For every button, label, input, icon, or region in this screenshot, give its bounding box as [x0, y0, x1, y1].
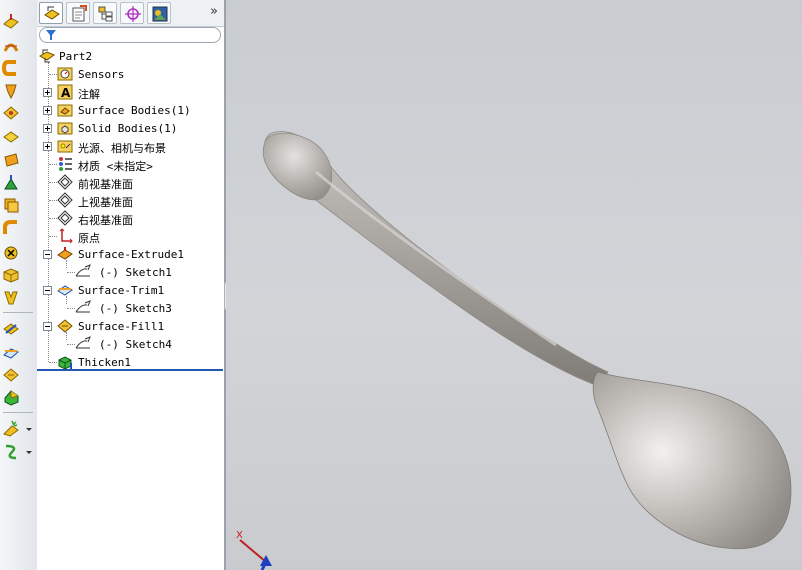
planar-surface-icon[interactable]: [2, 128, 20, 146]
expand-toggle[interactable]: [43, 142, 52, 151]
tree-item-solid-bodies[interactable]: Solid Bodies(1): [37, 120, 223, 137]
tree-item-sensors[interactable]: Sensors: [37, 66, 223, 83]
surface-bodies-folder-icon: [57, 102, 73, 118]
rollback-bar[interactable]: [37, 369, 223, 371]
tree-item-surface-fill1[interactable]: Surface-Fill1: [37, 318, 223, 335]
triad-x-label: X: [236, 530, 243, 541]
extend-surface-icon[interactable]: [2, 219, 20, 237]
tree-item-label: Surface-Fill1: [78, 320, 165, 333]
tree-item-lights-cameras[interactable]: 光源、相机与布景: [37, 138, 223, 155]
tree-item-label: 上视基准面: [78, 196, 133, 209]
configuration-manager-tab[interactable]: [93, 2, 117, 24]
fillet-surface-icon[interactable]: [2, 196, 20, 214]
tree-item-label: (-) Sketch3: [99, 302, 172, 315]
delete-face-icon[interactable]: [2, 244, 20, 262]
boundary-surface-icon[interactable]: [2, 104, 20, 122]
svg-text:A: A: [61, 86, 71, 100]
solid-bodies-folder-icon: [57, 120, 73, 136]
tree-item-label: Surface-Trim1: [78, 284, 165, 297]
swept-surface-icon[interactable]: [1, 59, 20, 77]
display-manager-tab[interactable]: [147, 2, 171, 24]
graphics-viewport[interactable]: X: [226, 0, 802, 570]
plane-icon: [57, 192, 73, 208]
plane-icon: [57, 210, 73, 226]
sensors-icon: [57, 66, 73, 82]
surface-trim-icon: [57, 282, 73, 298]
filter-icon: [46, 30, 56, 40]
convert-solid-icon[interactable]: [2, 388, 20, 406]
tree-filter-input[interactable]: [39, 27, 221, 43]
tree-item-sketch4[interactable]: (-) Sketch4: [37, 336, 223, 353]
tree-item-label: Solid Bodies(1): [78, 122, 178, 135]
offset-surface-icon[interactable]: [2, 151, 20, 169]
collapse-toggle[interactable]: [43, 286, 52, 295]
tree-item-label: 注解: [78, 88, 100, 101]
expand-toggle[interactable]: [43, 124, 52, 133]
collapse-toggle[interactable]: [43, 322, 52, 331]
annotations-icon: A: [57, 84, 73, 100]
origin-icon: [57, 228, 73, 244]
sketch-icon: [75, 264, 91, 280]
expand-toggle[interactable]: [43, 106, 52, 115]
ruled-surface-icon[interactable]: [2, 174, 20, 192]
tree-item-surface-trim1[interactable]: Surface-Trim1: [37, 282, 223, 299]
extruded-surface-icon[interactable]: [2, 12, 20, 30]
tree-root-label: Part2: [59, 50, 93, 63]
tree-item-label: Sensors: [78, 68, 125, 81]
lofted-surface-icon[interactable]: [2, 82, 20, 100]
plane-icon: [57, 174, 73, 190]
tree-root[interactable]: Part2: [37, 48, 223, 65]
tree-item-front-plane[interactable]: 前视基准面: [37, 174, 223, 191]
tabs-overflow-button[interactable]: »: [210, 4, 218, 19]
untrim-surface-icon[interactable]: [2, 343, 20, 361]
property-manager-tab[interactable]: [66, 2, 90, 24]
sketch-icon: [75, 300, 91, 316]
manager-tabs: »: [37, 0, 224, 27]
surface-extrude-icon: [57, 246, 73, 262]
tree-item-surface-bodies[interactable]: Surface Bodies(1): [37, 102, 223, 119]
tree-item-label: 原点: [78, 232, 100, 245]
tree-item-label: (-) Sketch4: [99, 338, 172, 351]
part-icon: [38, 48, 56, 64]
replace-face-icon[interactable]: [2, 320, 20, 338]
revolved-surface-icon[interactable]: [2, 37, 20, 55]
tree-item-label: Surface-Extrude1: [78, 248, 184, 261]
feature-manager-panel: » Part2 Sensors A 注解 Surface Bodies(1) S…: [37, 0, 226, 570]
tree-item-surface-extrude1[interactable]: Surface-Extrude1: [37, 246, 223, 263]
sketch-icon: [75, 336, 91, 352]
tree-item-right-plane[interactable]: 右视基准面: [37, 210, 223, 227]
material-icon: [57, 156, 73, 172]
tree-item-label: Surface Bodies(1): [78, 104, 191, 117]
lights-cameras-icon: [57, 138, 73, 154]
tree-item-sketch3[interactable]: (-) Sketch3: [37, 300, 223, 317]
tree-item-sketch1[interactable]: (-) Sketch1: [37, 264, 223, 281]
tree-item-material[interactable]: 材质 <未指定>: [37, 156, 223, 173]
feature-manager-tab[interactable]: [39, 2, 63, 24]
spoon-model: X: [236, 131, 792, 570]
curves-icon[interactable]: [2, 443, 32, 461]
thicken-feature-icon: [57, 354, 73, 370]
tree-item-top-plane[interactable]: 上视基准面: [37, 192, 223, 209]
tree-item-annotations[interactable]: A 注解: [37, 84, 223, 101]
tree-item-label: 前视基准面: [78, 178, 133, 191]
collapse-toggle[interactable]: [43, 250, 52, 259]
tree-item-label: 光源、相机与布景: [78, 142, 166, 155]
fill-surface-icon[interactable]: [2, 366, 20, 384]
tree-item-label: Thicken1: [78, 356, 131, 369]
tree-item-label: (-) Sketch1: [99, 266, 172, 279]
thicken-icon[interactable]: [2, 289, 20, 307]
expand-toggle[interactable]: [43, 88, 52, 97]
tree-item-label: 材质 <未指定>: [78, 160, 153, 173]
coordinate-triad: X: [236, 530, 272, 570]
tree-item-origin[interactable]: 原点: [37, 228, 223, 245]
knit-surface-icon[interactable]: [2, 266, 20, 284]
reference-geometry-icon[interactable]: [2, 420, 32, 438]
surfaces-toolbar: [0, 0, 38, 570]
surface-fill-icon: [57, 318, 73, 334]
tree-item-label: 右视基准面: [78, 214, 133, 227]
dimxpert-tab[interactable]: [120, 2, 144, 24]
